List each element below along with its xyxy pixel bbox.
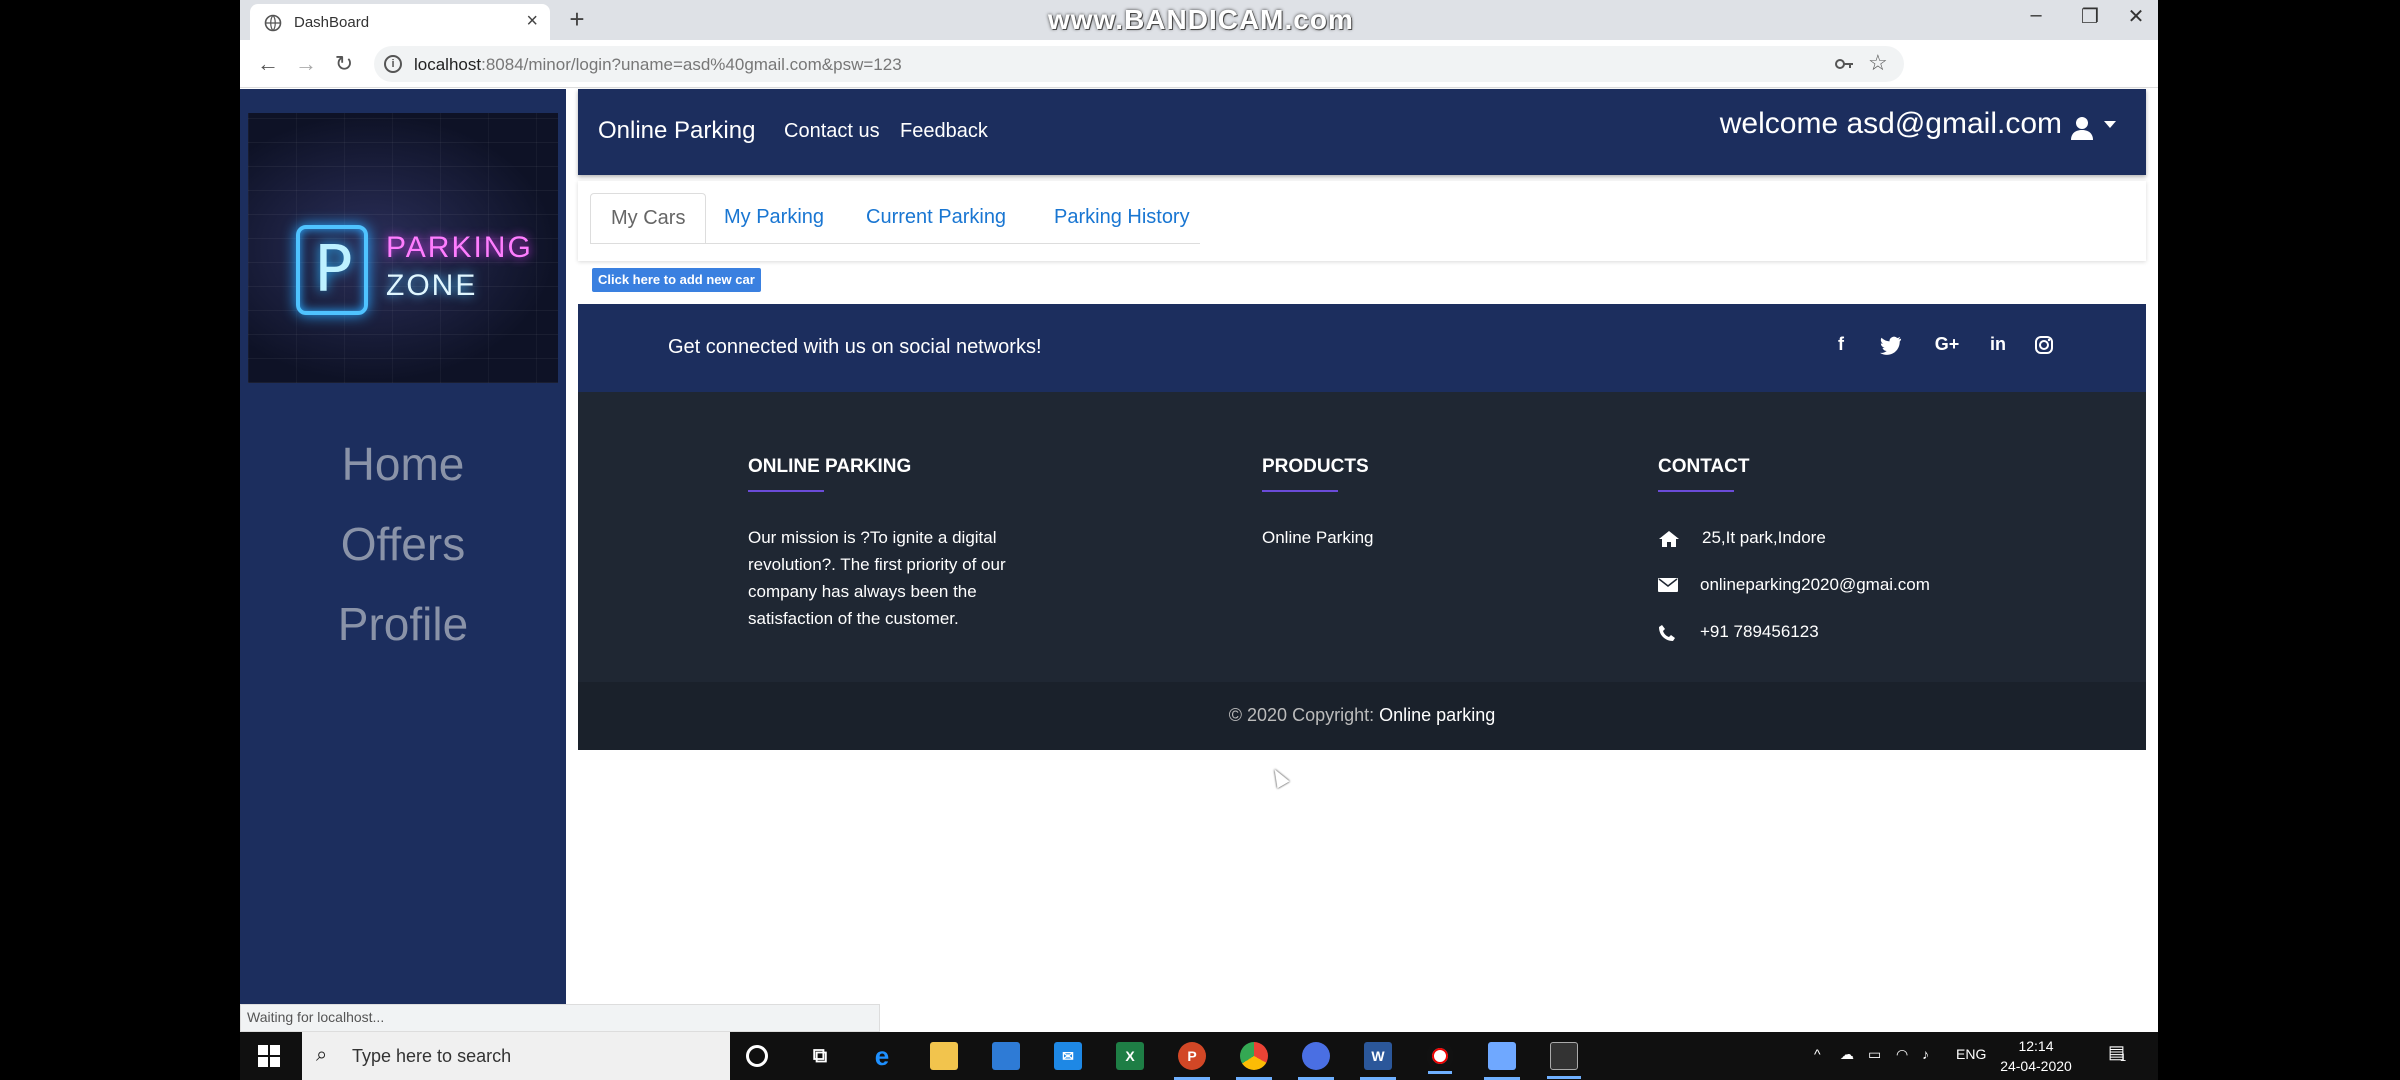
site-info-icon[interactable]: i — [384, 55, 402, 73]
copyright-text: © 2020 Copyright: — [1228, 705, 1375, 725]
nav-contact-us[interactable]: Contact us — [784, 120, 880, 143]
edge-icon[interactable]: e — [868, 1042, 896, 1070]
bandicam-record-icon[interactable] — [1426, 1042, 1454, 1074]
screen: DashBoard × + www.BANDICAM.com – ❐ ✕ ← →… — [0, 0, 2400, 1080]
close-tab-icon[interactable]: × — [526, 10, 538, 33]
parking-zone-logo: P PARKING ZONE — [248, 113, 558, 383]
instagram-icon[interactable] — [2034, 335, 2054, 355]
volume-icon[interactable]: ♪ — [1922, 1046, 1929, 1062]
social-bar: Get connected with us on social networks… — [578, 304, 2146, 392]
console-app-icon[interactable] — [1547, 1042, 1581, 1079]
bookmark-star-icon[interactable]: ☆ — [1868, 50, 1888, 76]
home-icon — [1659, 531, 1679, 547]
virtualbox-icon[interactable] — [1484, 1042, 1520, 1080]
phone-icon — [1659, 625, 1675, 641]
footer-heading-online-parking: ONLINE PARKING — [748, 456, 912, 477]
restore-button[interactable]: ❐ — [2070, 4, 2110, 29]
contact-phone: +91 789456123 — [1700, 622, 1819, 641]
user-icon[interactable] — [2070, 115, 2094, 141]
tray-chevron-up-icon[interactable]: ^ — [1814, 1046, 1821, 1062]
tab-parking-history[interactable]: Parking History — [1034, 193, 1210, 243]
powerpoint-icon[interactable]: P — [1174, 1042, 1210, 1080]
logo-text-parking: PARKING — [386, 231, 533, 264]
nav-feedback[interactable]: Feedback — [900, 120, 988, 143]
navbar-brand[interactable]: Online Parking — [598, 117, 755, 145]
task-view-icon[interactable]: ⧉ — [806, 1042, 834, 1070]
chevron-down-icon[interactable] — [2104, 121, 2116, 128]
tab-current-parking[interactable]: Current Parking — [846, 193, 1026, 243]
social-text: Get connected with us on social networks… — [668, 336, 1042, 358]
chrome-icon[interactable] — [1236, 1042, 1272, 1080]
top-navbar: Online Parking Contact us Feedback welco… — [578, 89, 2146, 175]
minimize-button[interactable]: – — [2016, 4, 2056, 27]
taskbar: ⌕ Type here to search ⧉ e ✉ X P W ^ ☁ ▭ … — [240, 1032, 2158, 1080]
welcome-user[interactable]: welcome asd@gmail.com — [1720, 107, 2062, 141]
chrome-profile-icon[interactable] — [1298, 1042, 1334, 1080]
logo-text-zone: ZONE — [386, 269, 478, 302]
forward-button[interactable]: → — [292, 50, 320, 78]
url-path: :8084/minor/login?uname=asd%40gmail.com&… — [481, 55, 902, 74]
globe-icon — [264, 14, 282, 32]
word-icon[interactable]: W — [1360, 1042, 1396, 1080]
tab-strip: DashBoard × + www.BANDICAM.com – ❐ ✕ — [240, 0, 2158, 40]
page: P PARKING ZONE Home Offers Profile Onlin… — [240, 89, 2158, 1005]
twitter-icon[interactable] — [1880, 336, 1902, 356]
mouse-cursor — [1268, 765, 1290, 789]
language-indicator[interactable]: ENG — [1956, 1046, 1986, 1062]
footer: Get connected with us on social networks… — [578, 304, 2146, 750]
onedrive-icon[interactable]: ☁ — [1840, 1046, 1854, 1063]
search-icon: ⌕ — [316, 1044, 328, 1066]
notification-count: 1 — [2120, 1052, 2127, 1064]
copyright-link[interactable]: Online parking — [1379, 705, 1495, 725]
store-icon[interactable] — [992, 1042, 1020, 1070]
recording-watermark: www.BANDICAM.com — [1048, 4, 1354, 35]
product-link[interactable]: Online Parking — [1262, 524, 1374, 551]
footer-copyright-bar: © 2020 Copyright: Online parking — [578, 682, 2146, 750]
sidebar: P PARKING ZONE Home Offers Profile — [240, 89, 566, 1005]
linkedin-icon[interactable]: in — [1983, 334, 2013, 355]
google-plus-icon[interactable]: G+ — [1932, 334, 1962, 355]
taskbar-search[interactable]: ⌕ Type here to search — [302, 1032, 730, 1080]
browser-window: DashBoard × + www.BANDICAM.com – ❐ ✕ ← →… — [240, 0, 2158, 1032]
tab-my-cars[interactable]: My Cars — [590, 193, 707, 243]
footer-heading-contact: CONTACT — [1658, 456, 1750, 477]
new-tab-button[interactable]: + — [562, 4, 592, 35]
url-bar[interactable]: i localhost:8084/minor/login?uname=asd%4… — [374, 46, 1904, 82]
sidebar-item-offers[interactable]: Offers — [240, 517, 566, 571]
add-car-button[interactable]: Click here to add new car — [592, 268, 761, 292]
facebook-icon[interactable]: f — [1826, 334, 1856, 355]
sidebar-item-profile[interactable]: Profile — [240, 597, 566, 651]
address-toolbar: ← → ↻ i localhost:8084/minor/login?uname… — [240, 40, 2158, 119]
windows-start-icon[interactable] — [258, 1045, 280, 1067]
back-button[interactable]: ← — [254, 50, 282, 78]
close-window-button[interactable]: ✕ — [2116, 4, 2156, 29]
tab-my-parking[interactable]: My Parking — [704, 193, 844, 243]
browser-tab[interactable]: DashBoard × — [250, 4, 550, 40]
tabs-panel: My Cars My Parking Current Parking Parki… — [578, 181, 2146, 261]
taskbar-clock[interactable]: 12:14 24-04-2020 — [2000, 1036, 2072, 1076]
reload-button[interactable]: ↻ — [330, 50, 358, 78]
footer-heading-products: PRODUCTS — [1262, 456, 1369, 477]
taskbar-search-placeholder: Type here to search — [352, 1046, 512, 1066]
tab-title: DashBoard — [294, 14, 370, 31]
mail-icon[interactable]: ✉ — [1054, 1042, 1082, 1070]
envelope-icon — [1658, 578, 1678, 592]
battery-icon[interactable]: ▭ — [1868, 1046, 1881, 1063]
sidebar-item-home[interactable]: Home — [240, 437, 566, 491]
cortana-icon[interactable] — [746, 1045, 768, 1067]
url-host: localhost — [414, 55, 482, 74]
wifi-icon[interactable]: ◠ — [1896, 1046, 1908, 1063]
excel-icon[interactable]: X — [1116, 1042, 1144, 1070]
contact-email: onlineparking2020@gmai.com — [1700, 575, 1930, 594]
mission-text: Our mission is ?To ignite a digital revo… — [748, 528, 1006, 628]
file-explorer-icon[interactable] — [930, 1042, 958, 1070]
key-icon[interactable] — [1834, 55, 1854, 73]
contact-address: 25,It park,Indore — [1702, 528, 1826, 547]
browser-status-bar: Waiting for localhost... — [240, 1004, 880, 1032]
footer-main: ONLINE PARKING Our mission is ?To ignite… — [578, 392, 2146, 682]
